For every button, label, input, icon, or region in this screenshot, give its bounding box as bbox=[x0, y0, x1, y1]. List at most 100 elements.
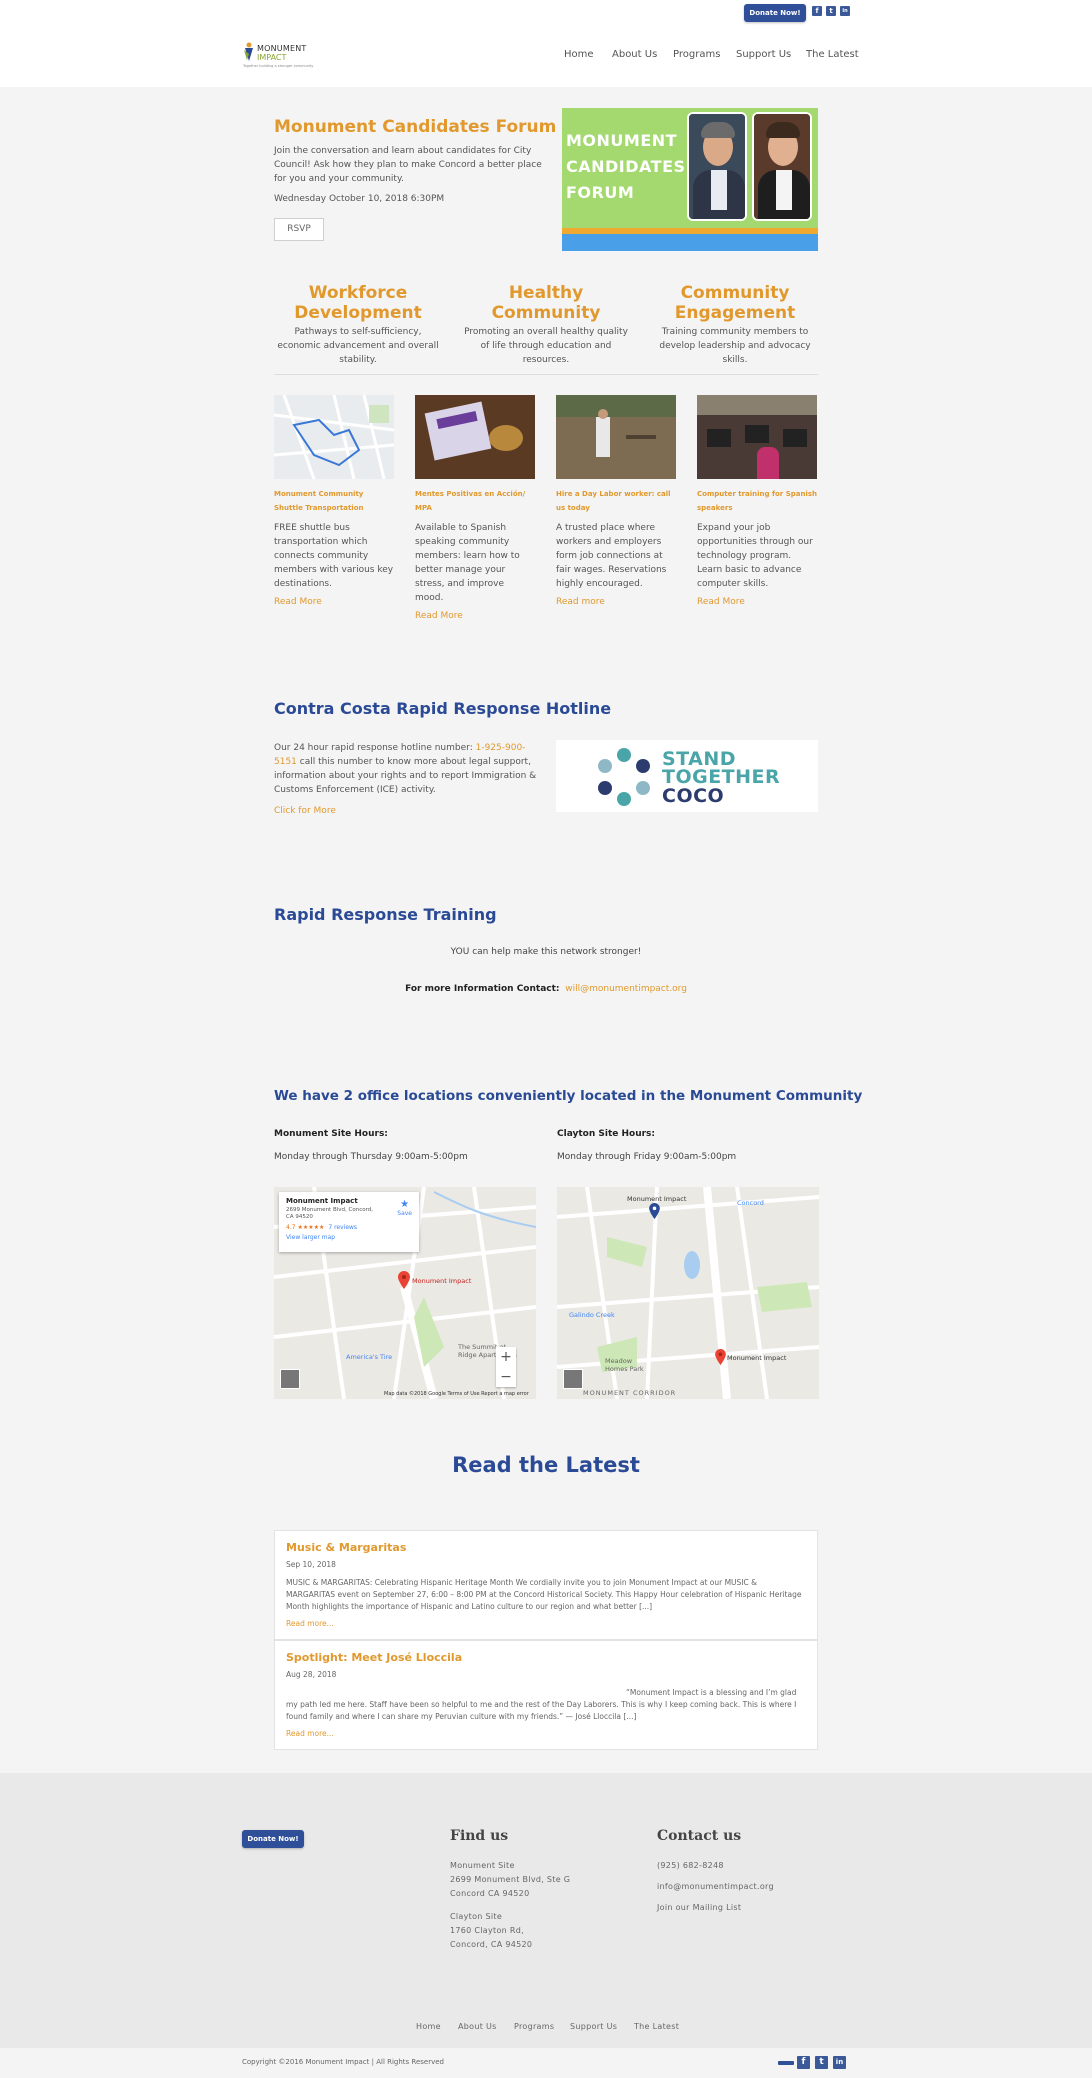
mailing-list-link[interactable]: Join our Mailing List bbox=[657, 1901, 774, 1915]
hero-description: Join the conversation and learn about ca… bbox=[274, 146, 542, 184]
footer-site2-address: 1760 Clayton Rd, bbox=[450, 1926, 524, 1935]
program-title[interactable]: Computer training for Spanish speakers bbox=[697, 487, 817, 515]
rsvp-button[interactable]: RSVP bbox=[274, 218, 324, 241]
nav-about[interactable]: About Us bbox=[612, 49, 657, 60]
pillar-title: Healthy Community bbox=[491, 283, 601, 323]
post-title[interactable]: Music & Margaritas bbox=[286, 1541, 806, 1554]
map-info-card: Monument Impact 2699 Monument Blvd, Conc… bbox=[279, 1192, 419, 1252]
map-card-address: 2699 Monument Blvd, Concord, CA 94520 bbox=[286, 1207, 373, 1220]
footer-tumblr-icon[interactable]: t bbox=[815, 2056, 828, 2069]
click-for-more-link[interactable]: Click for More bbox=[274, 806, 336, 816]
program-card-computer: Computer training for Spanish speakers E… bbox=[697, 395, 817, 607]
program-desc: FREE shuttle bus transportation which co… bbox=[274, 523, 394, 589]
day-labor-image[interactable] bbox=[556, 395, 676, 479]
read-more-link[interactable]: Read More bbox=[274, 597, 394, 607]
program-card-shuttle: Monument Community Shuttle Transportatio… bbox=[274, 395, 394, 607]
footer-donate-button[interactable]: Donate Now! bbox=[242, 1830, 304, 1848]
clayton-site-hours: Monday through Friday 9:00am-5:00pm bbox=[557, 1152, 737, 1162]
footer-facebook-icon[interactable]: f bbox=[797, 2056, 810, 2069]
footer-nav-latest[interactable]: The Latest bbox=[634, 2022, 679, 2031]
post-read-more[interactable]: Read more... bbox=[286, 1729, 806, 1738]
read-more-link[interactable]: Read More bbox=[415, 611, 535, 621]
clayton-site-label: Clayton Site Hours: bbox=[557, 1129, 656, 1139]
mpa-image[interactable] bbox=[415, 395, 535, 479]
map-footer: Map data ©2018 Google Terms of Use Repor… bbox=[384, 1391, 529, 1397]
zoom-out-icon[interactable]: − bbox=[496, 1367, 516, 1387]
pillar-title: Community Engagement bbox=[674, 283, 796, 323]
candidate-photo-1 bbox=[687, 112, 747, 221]
map-area-corridor: MONUMENT CORRIDOR bbox=[583, 1389, 677, 1397]
street-view-icon[interactable] bbox=[280, 1369, 300, 1389]
program-desc: Expand your job opportunities through ou… bbox=[697, 523, 813, 589]
map-pin-bottom-label: Monument Impact bbox=[727, 1354, 787, 1362]
footer-site2-name: Clayton Site bbox=[450, 1912, 503, 1921]
pillar-text: Training community members to develop le… bbox=[659, 327, 811, 365]
map-reviews-link[interactable]: 7 reviews bbox=[328, 1224, 357, 1231]
nav-home[interactable]: Home bbox=[564, 49, 594, 60]
pillar-text: Pathways to self-sufficiency, economic a… bbox=[277, 327, 439, 365]
post-title[interactable]: Spotlight: Meet José Lloccila bbox=[286, 1651, 806, 1664]
footer-site-name: Monument Site bbox=[450, 1861, 515, 1870]
computer-class-image[interactable] bbox=[697, 395, 817, 479]
footer-donate-mini[interactable] bbox=[778, 2061, 794, 2065]
program-title[interactable]: Monument Community Shuttle Transportatio… bbox=[274, 487, 394, 515]
pillar-health: Healthy Community Promoting an overall h… bbox=[461, 283, 631, 367]
footer-nav-support[interactable]: Support Us bbox=[570, 2022, 617, 2031]
map-poi-tire: America's Tire bbox=[346, 1353, 393, 1361]
nav-programs[interactable]: Programs bbox=[673, 49, 720, 60]
hero-title: Monument Candidates Forum bbox=[274, 117, 557, 137]
map-pin-icon[interactable] bbox=[398, 1271, 410, 1289]
program-desc: A trusted place where workers and employ… bbox=[556, 523, 667, 589]
program-title[interactable]: Mentes Positivas en Acción/ MPA bbox=[415, 487, 535, 515]
pillar-text: Promoting an overall healthy quality of … bbox=[464, 327, 628, 365]
training-contact: For more Information Contact: will@monum… bbox=[274, 984, 818, 994]
footer-nav-home[interactable]: Home bbox=[416, 2022, 441, 2031]
program-title[interactable]: Hire a Day Labor worker: call us today bbox=[556, 487, 676, 515]
logo-name-second: IMPACT bbox=[257, 53, 287, 62]
post-read-more[interactable]: Read more... bbox=[286, 1619, 806, 1628]
read-more-link[interactable]: Read More bbox=[697, 597, 817, 607]
donate-button[interactable]: Donate Now! bbox=[744, 4, 806, 22]
map-save-button[interactable]: ★ Save bbox=[397, 1199, 412, 1217]
shuttle-map-image[interactable] bbox=[274, 395, 394, 479]
banner-text: MONUMENT CANDIDATES FORUM bbox=[566, 131, 686, 202]
stand-together-logo[interactable]: STAND TOGETHER COCO bbox=[556, 740, 818, 812]
footer-nav-about[interactable]: About Us bbox=[458, 2022, 497, 2031]
read-more-link[interactable]: Read more bbox=[556, 597, 676, 607]
linkedin-icon[interactable]: in bbox=[840, 6, 850, 16]
training-email-link[interactable]: will@monumentimpact.org bbox=[565, 984, 687, 994]
map-zoom-control[interactable]: + − bbox=[496, 1347, 516, 1387]
map-pin-icon[interactable] bbox=[649, 1203, 660, 1219]
footer-site-address: 2699 Monument Blvd, Ste G bbox=[450, 1875, 571, 1884]
map-area-galindo: Galindo Creek bbox=[569, 1311, 615, 1319]
map-area-meadow: Meadow Homes Park bbox=[605, 1357, 644, 1373]
map-card-rating: 4.7 ★★★★★ bbox=[286, 1224, 325, 1231]
nav-latest[interactable]: The Latest bbox=[806, 49, 859, 60]
logo-tagline: Together building a stronger community bbox=[243, 64, 314, 68]
pillar-workforce: Workforce Development Pathways to self-s… bbox=[273, 283, 443, 367]
nav-support[interactable]: Support Us bbox=[736, 49, 791, 60]
zoom-in-icon[interactable]: + bbox=[496, 1347, 516, 1367]
map-pin-top-label: Monument Impact bbox=[627, 1195, 687, 1203]
monument-site-hours: Monday through Thursday 9:00am-5:00pm bbox=[274, 1152, 468, 1162]
post-excerpt: “Monument Impact is a blessing and I’m g… bbox=[286, 1688, 797, 1721]
monument-map[interactable]: Monument Impact 2699 Monument Blvd, Conc… bbox=[274, 1187, 536, 1399]
footer-site-city: Concord CA 94520 bbox=[450, 1889, 530, 1898]
footer-phone-link[interactable]: (925) 682-8248 bbox=[657, 1859, 774, 1873]
map-pin-icon[interactable] bbox=[715, 1349, 726, 1365]
header-bar bbox=[0, 0, 1092, 87]
pillar-engagement: Community Engagement Training community … bbox=[650, 283, 820, 367]
training-title: Rapid Response Training bbox=[274, 905, 497, 924]
post-date: Aug 28, 2018 bbox=[286, 1670, 337, 1679]
contact-label: For more Information Contact: bbox=[405, 984, 560, 994]
tumblr-icon[interactable]: t bbox=[826, 6, 836, 16]
street-view-icon[interactable] bbox=[563, 1369, 583, 1389]
facebook-icon[interactable]: f bbox=[812, 6, 822, 16]
footer-email-link[interactable]: info@monumentimpact.org bbox=[657, 1880, 774, 1894]
hotline-text-before: Our 24 hour rapid response hotline numbe… bbox=[274, 743, 476, 753]
footer-nav-programs[interactable]: Programs bbox=[514, 2022, 554, 2031]
view-larger-map-link[interactable]: View larger map bbox=[286, 1234, 412, 1241]
post-card: Music & Margaritas Sep 10, 2018 MUSIC & … bbox=[274, 1530, 818, 1640]
footer-linkedin-icon[interactable]: in bbox=[833, 2056, 846, 2069]
clayton-map[interactable]: Monument Impact Monument Impact Galindo … bbox=[557, 1187, 819, 1399]
